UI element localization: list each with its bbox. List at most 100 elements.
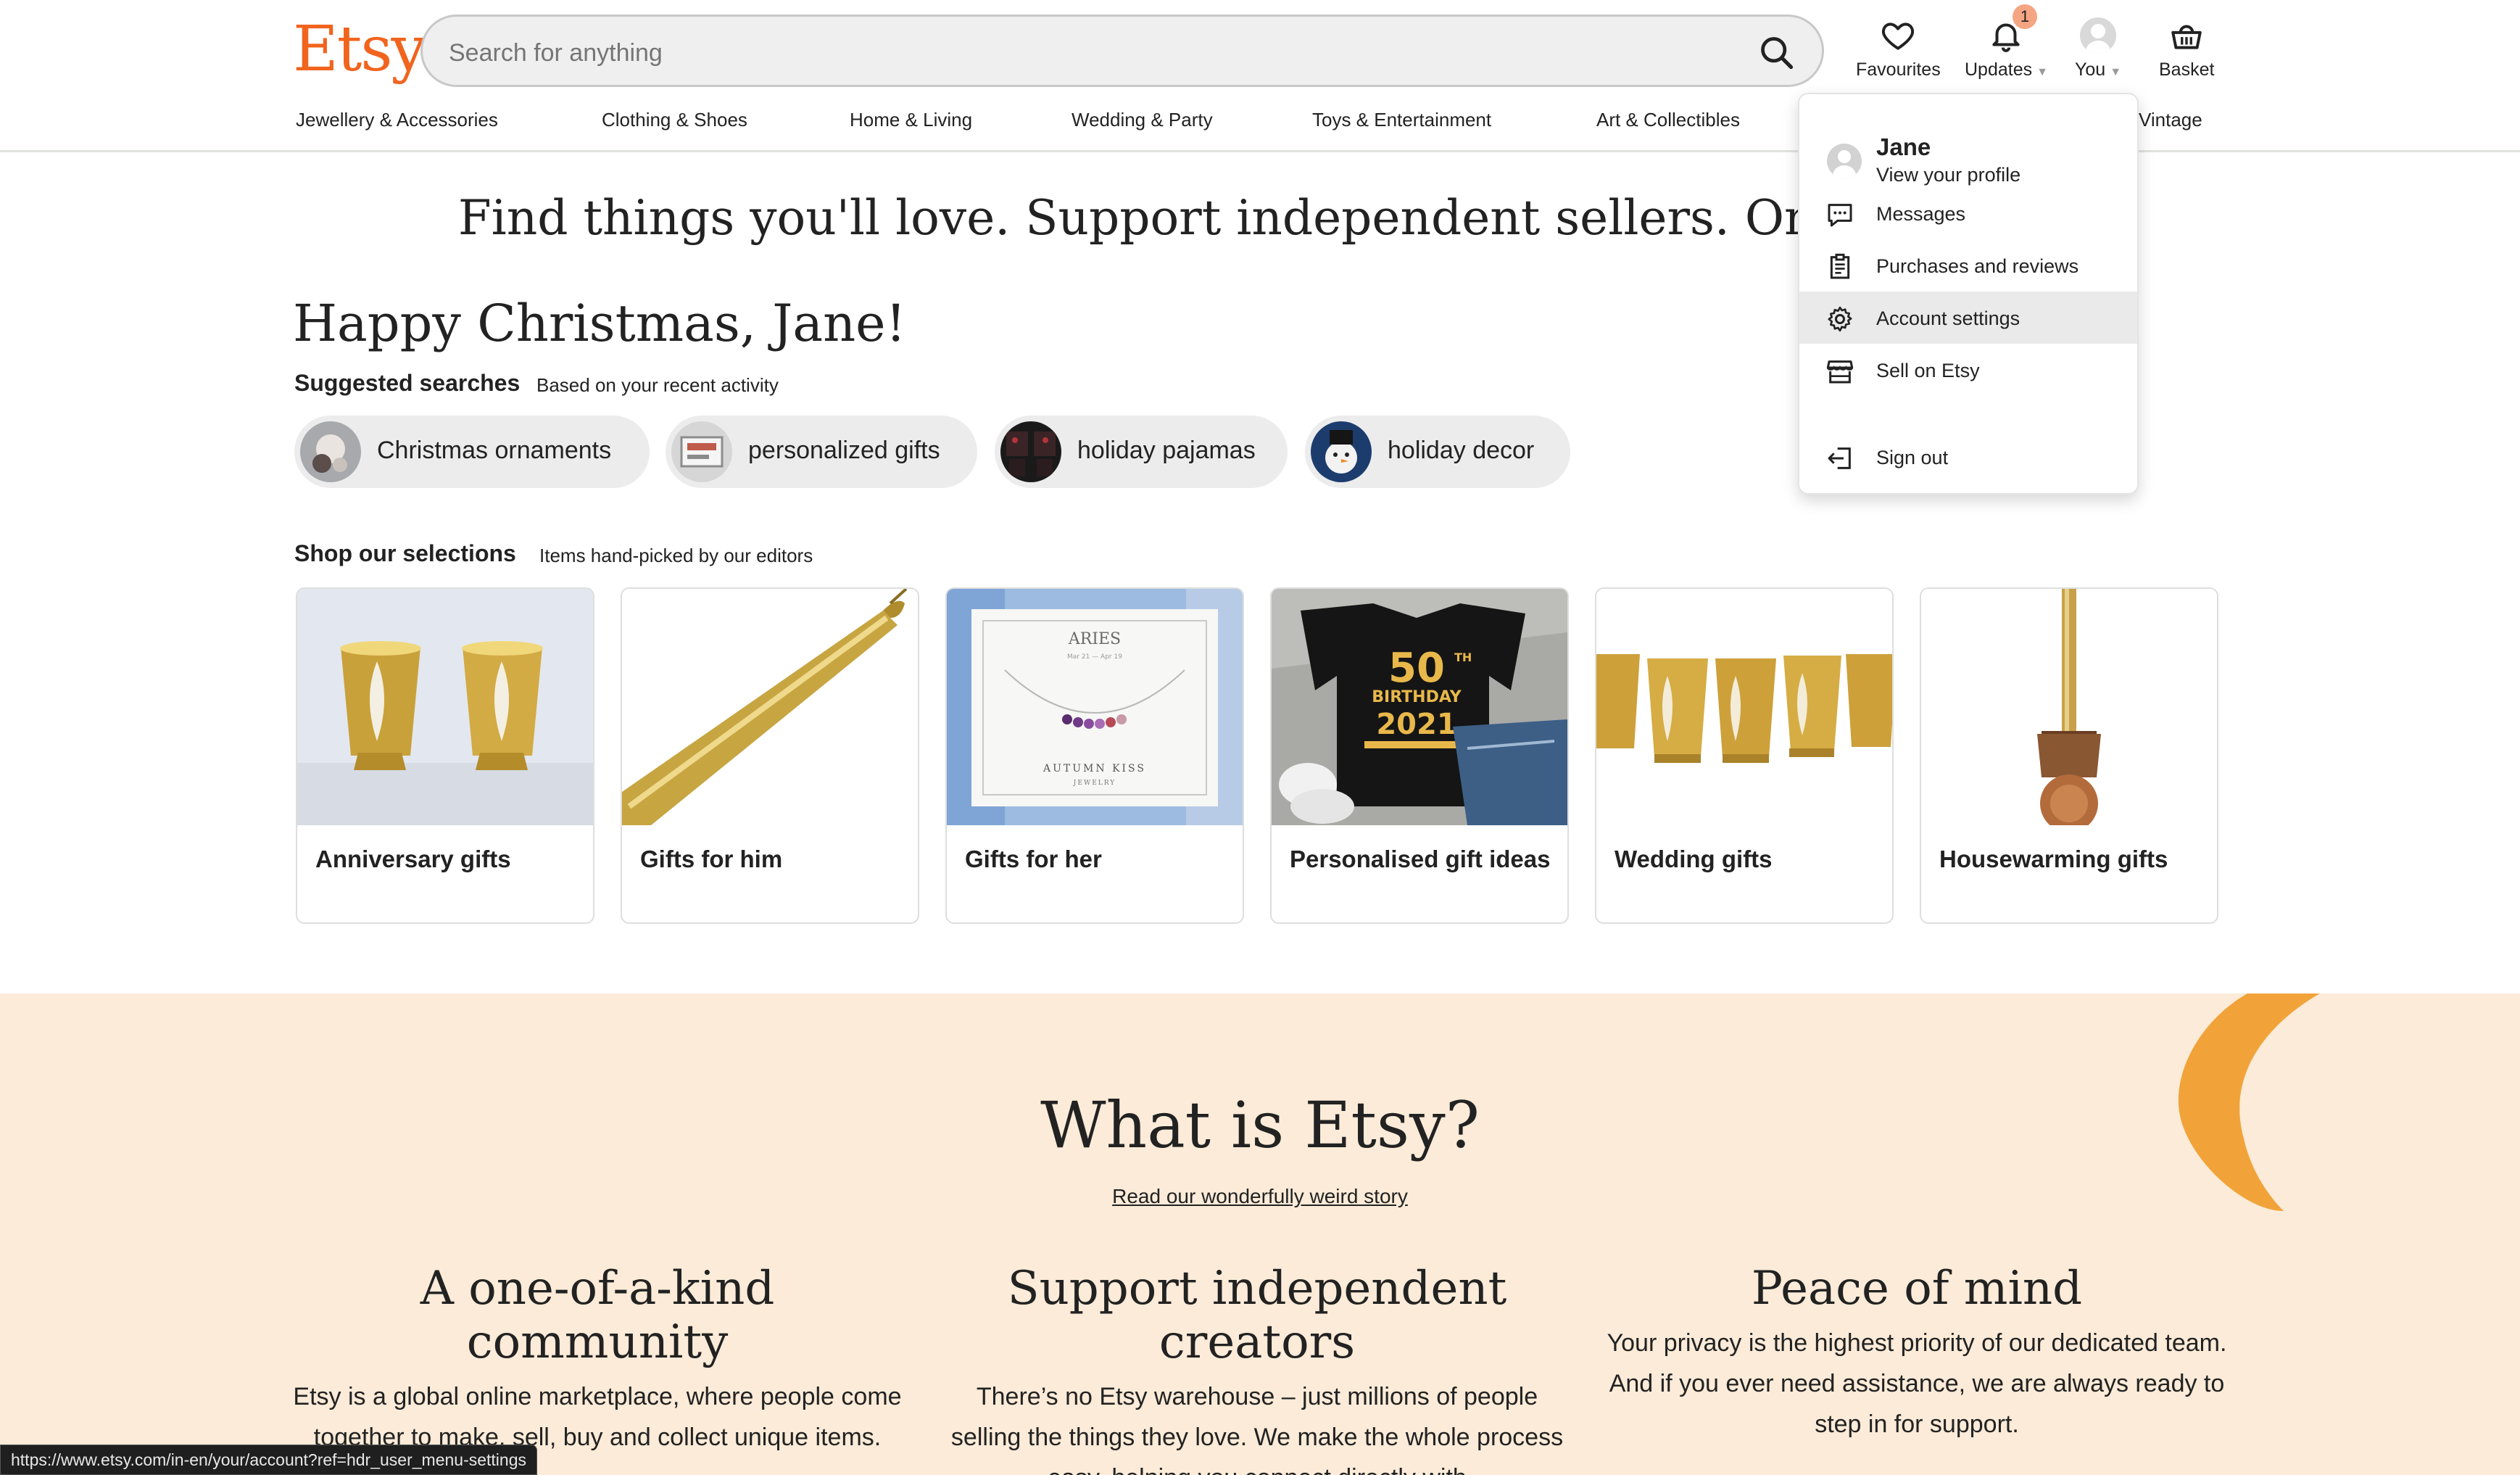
category-wedding[interactable]: Wedding & Party xyxy=(1072,109,1213,131)
card-image xyxy=(1596,589,1892,825)
about-column: Support independent creators There’s no … xyxy=(945,1262,1569,1475)
you-menu-button[interactable]: You ▼ xyxy=(2075,17,2121,80)
card-image-text: AUTUMN KISS xyxy=(1043,763,1146,774)
updates-label: Updates xyxy=(1965,59,2033,80)
search-input[interactable] xyxy=(449,33,1681,73)
card-image-text: JEWELRY xyxy=(1073,780,1116,787)
card-title: Gifts for her xyxy=(965,846,1102,872)
menu-item-messages[interactable]: Messages xyxy=(1799,187,2137,239)
card-image xyxy=(1921,589,2217,825)
about-column: Peace of mind Your privacy is the highes… xyxy=(1605,1262,2229,1445)
menu-item-account-settings[interactable]: Account settings xyxy=(1799,292,2137,344)
site-header: Etsy Favourites Updates▼ 1 You▼ xyxy=(0,0,2520,152)
suggestion-thumbnail xyxy=(671,421,732,482)
gear-icon xyxy=(1828,306,1852,332)
category-nav: Jewellery & Accessories Clothing & Shoes… xyxy=(0,109,2520,135)
menu-item-label: Account settings xyxy=(1876,307,2020,329)
selection-card-anniversary[interactable]: Anniversary gifts xyxy=(296,587,594,924)
menu-item-purchases[interactable]: Purchases and reviews xyxy=(1799,239,2137,292)
chevron-down-icon: ▼ xyxy=(2036,66,2048,78)
card-image-text: ARIES xyxy=(1068,630,1121,648)
about-section: What is Etsy? Read our wonderfully weird… xyxy=(0,993,2520,1475)
you-label: You xyxy=(2075,59,2106,80)
account-dropdown-menu: Jane View your profile Messages Purchase… xyxy=(1798,93,2139,495)
etsy-logo[interactable]: Etsy xyxy=(293,13,426,86)
about-story-link[interactable]: Read our wonderfully weird story xyxy=(0,1185,2520,1208)
card-image-text: 2021 xyxy=(1376,708,1456,741)
category-clothing[interactable]: Clothing & Shoes xyxy=(602,109,747,131)
category-vintage[interactable]: Vintage xyxy=(2139,109,2202,131)
suggested-search-pill[interactable]: Christmas ornaments xyxy=(294,416,650,488)
suggestion-label: personalized gifts xyxy=(748,437,940,464)
card-title: Housewarming gifts xyxy=(1939,846,2168,872)
card-image xyxy=(297,589,593,825)
clipboard-icon xyxy=(1830,253,1850,279)
selection-card-personalised[interactable]: 50 TH BIRTHDAY 2021 Personalised gift id… xyxy=(1270,587,1569,924)
about-title: What is Etsy? xyxy=(1040,1088,1480,1162)
card-image-text: Mar 21 — Apr 19 xyxy=(1067,653,1122,661)
suggested-search-pill[interactable]: holiday decor xyxy=(1305,416,1570,488)
card-title: Anniversary gifts xyxy=(315,846,511,872)
category-art[interactable]: Art & Collectibles xyxy=(1596,109,1740,131)
suggestion-thumbnail xyxy=(1311,421,1372,482)
card-image-text: BIRTHDAY xyxy=(1372,688,1462,706)
shop-selections-title: Shop our selections xyxy=(294,540,516,566)
card-image-text: TH xyxy=(1454,650,1472,664)
message-icon xyxy=(1828,204,1852,227)
card-title: Wedding gifts xyxy=(1615,846,1773,872)
menu-item-sell[interactable]: Sell on Etsy xyxy=(1799,344,2137,396)
basket-label: Basket xyxy=(2159,59,2215,80)
card-image xyxy=(622,589,918,825)
greeting: Happy Christmas, Jane! xyxy=(293,294,906,353)
browser-status-url: https://www.etsy.com/in-en/your/account?… xyxy=(0,1445,538,1475)
menu-item-sign-out[interactable]: Sign out xyxy=(1799,431,2137,483)
suggestion-thumbnail xyxy=(300,421,361,482)
shop-icon xyxy=(1826,360,1854,384)
view-profile-item[interactable]: Jane View your profile xyxy=(1799,109,2137,186)
suggestion-label: holiday pajamas xyxy=(1077,437,1256,464)
menu-item-label: Sell on Etsy xyxy=(1876,360,1980,381)
about-column-body: Your privacy is the highest priority of … xyxy=(1607,1329,2227,1438)
suggested-search-pill[interactable]: holiday pajamas xyxy=(995,416,1288,488)
menu-item-label: Purchases and reviews xyxy=(1876,255,2079,277)
favourites-label: Favourites xyxy=(1856,59,1941,80)
category-jewellery[interactable]: Jewellery & Accessories xyxy=(296,109,498,131)
search-icon[interactable] xyxy=(1758,34,1796,72)
shop-selections-subtitle: Items hand-picked by our editors xyxy=(539,545,813,566)
about-column: A one-of-a-kind community Etsy is a glob… xyxy=(286,1262,909,1458)
about-column-heading: A one-of-a-kind community xyxy=(420,1262,775,1369)
card-image-text: 50 xyxy=(1388,645,1445,692)
suggestion-label: Christmas ornaments xyxy=(377,437,612,464)
updates-badge: 1 xyxy=(2013,4,2037,29)
selection-card-her[interactable]: ARIES Mar 21 — Apr 19 AUTUMN KISS JEWELR… xyxy=(945,587,1244,924)
about-column-body: There’s no Etsy warehouse – just million… xyxy=(950,1383,1564,1475)
selection-card-him[interactable]: Gifts for him xyxy=(621,587,919,924)
tagline: Find things you'll love. Support indepen… xyxy=(457,190,2063,246)
basket-button[interactable]: Basket xyxy=(2159,17,2214,80)
profile-name: Jane xyxy=(1876,133,1931,160)
selection-card-housewarming[interactable]: Housewarming gifts xyxy=(1920,587,2218,924)
basket-icon xyxy=(2171,25,2202,49)
card-image: 50 TH BIRTHDAY 2021 xyxy=(1272,589,1567,825)
suggestion-thumbnail xyxy=(1000,421,1061,482)
avatar xyxy=(2080,17,2117,54)
favourites-button[interactable]: Favourites xyxy=(1856,17,1941,80)
suggested-searches-subtitle: Based on your recent activity xyxy=(536,374,779,396)
suggestion-label: holiday decor xyxy=(1388,437,1535,464)
search-bar[interactable] xyxy=(420,15,1824,87)
card-title: Gifts for him xyxy=(640,846,783,872)
selection-card-wedding[interactable]: Wedding gifts xyxy=(1595,587,1894,924)
card-image: ARIES Mar 21 — Apr 19 AUTUMN KISS JEWELR… xyxy=(947,589,1243,825)
card-title: Personalised gift ideas xyxy=(1290,846,1551,872)
menu-item-label: Sign out xyxy=(1876,447,1949,468)
view-profile-link[interactable]: View your profile xyxy=(1876,164,2020,186)
heart-icon xyxy=(1882,22,1915,50)
category-home[interactable]: Home & Living xyxy=(850,109,972,131)
menu-item-label: Messages xyxy=(1876,203,1966,225)
updates-button[interactable]: Updates ▼ xyxy=(1965,17,2048,80)
chevron-down-icon: ▼ xyxy=(2110,66,2122,78)
suggested-search-pill[interactable]: personalized gifts xyxy=(666,416,977,488)
about-column-heading: Peace of mind xyxy=(1751,1262,2083,1315)
category-toys[interactable]: Toys & Entertainment xyxy=(1312,109,1491,131)
suggested-searches-title: Suggested searches xyxy=(294,370,521,396)
